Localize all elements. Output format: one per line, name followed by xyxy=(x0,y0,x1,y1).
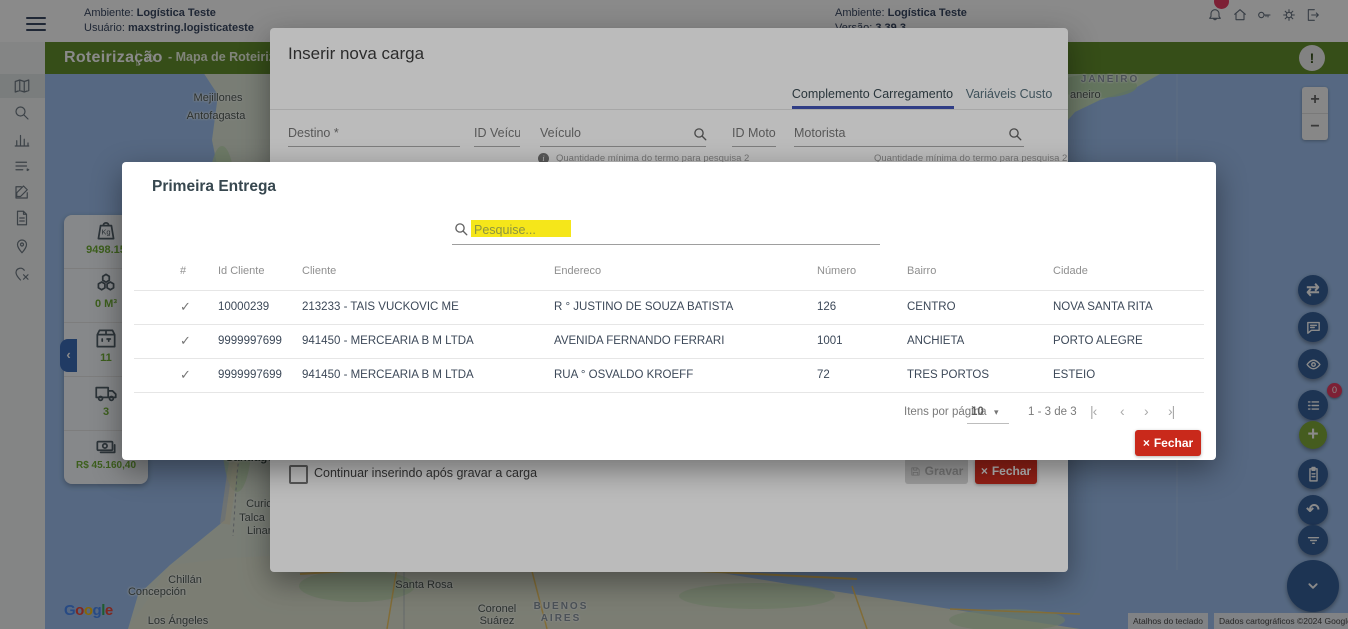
column-header[interactable]: Número xyxy=(817,265,856,277)
column-header[interactable]: Id Cliente xyxy=(218,265,264,277)
page-size-select[interactable]: 10 xyxy=(971,406,984,418)
search-icon xyxy=(454,222,469,237)
column-header[interactable]: # xyxy=(180,265,186,277)
cell-cliente: 941450 - MERCEARIA B M LTDA xyxy=(302,335,474,347)
next-page-icon[interactable]: › xyxy=(1144,403,1148,419)
table-row[interactable]: ✓ 9999997699 941450 - MERCEARIA B M LTDA… xyxy=(122,359,1216,393)
column-header[interactable]: Cidade xyxy=(1053,265,1088,277)
first-delivery-modal: Primeira Entrega # Id Cliente Cliente En… xyxy=(122,162,1216,460)
column-header[interactable]: Endereco xyxy=(554,265,601,277)
cell-bairro: ANCHIETA xyxy=(907,335,964,347)
cell-cidade: PORTO ALEGRE xyxy=(1053,335,1143,347)
cell-cidade: NOVA SANTA RITA xyxy=(1053,301,1153,313)
cell-bairro: TRES PORTOS xyxy=(907,369,989,381)
cell-bairro: CENTRO xyxy=(907,301,956,313)
caret-down-icon[interactable]: ▾ xyxy=(994,407,999,418)
cell-numero: 1001 xyxy=(817,335,843,347)
row-check-icon: ✓ xyxy=(180,299,191,315)
app-screen: Ambiente: Logística Teste Usuário: maxst… xyxy=(0,0,1348,629)
cell-numero: 126 xyxy=(817,301,836,313)
cell-cliente: 213233 - TAIS VUCKOVIC ME xyxy=(302,301,459,313)
page-size-underline xyxy=(967,423,1009,424)
cell-cliente: 941450 - MERCEARIA B M LTDA xyxy=(302,369,474,381)
column-header[interactable]: Bairro xyxy=(907,265,936,277)
search-input[interactable] xyxy=(472,219,886,240)
table-row[interactable]: ✓ 9999997699 941450 - MERCEARIA B M LTDA… xyxy=(122,325,1216,359)
cell-id-cliente: 9999997699 xyxy=(218,369,282,381)
cell-id-cliente: 10000239 xyxy=(218,301,269,313)
previous-page-icon[interactable]: ‹ xyxy=(1120,403,1124,419)
close-button[interactable]: × Fechar xyxy=(1135,430,1201,456)
first-page-icon[interactable]: |‹ xyxy=(1090,403,1096,419)
divider xyxy=(134,392,1204,393)
pagination-range: 1 - 3 de 3 xyxy=(1028,406,1077,418)
cell-id-cliente: 9999997699 xyxy=(218,335,282,347)
cell-endereco: R ° JUSTINO DE SOUZA BATISTA xyxy=(554,301,733,313)
cell-endereco: RUA ° OSVALDO KROEFF xyxy=(554,369,693,381)
search-underline xyxy=(452,244,880,245)
row-check-icon: ✓ xyxy=(180,367,191,383)
modal-title: Primeira Entrega xyxy=(152,178,276,196)
close-label: Fechar xyxy=(1154,436,1193,450)
row-check-icon: ✓ xyxy=(180,333,191,349)
cell-numero: 72 xyxy=(817,369,830,381)
cell-endereco: AVENIDA FERNANDO FERRARI xyxy=(554,335,724,347)
cell-cidade: ESTEIO xyxy=(1053,369,1095,381)
last-page-icon[interactable]: ›| xyxy=(1168,403,1174,419)
table-row[interactable]: ✓ 10000239 213233 - TAIS VUCKOVIC ME R °… xyxy=(122,291,1216,325)
close-icon: × xyxy=(1143,436,1150,450)
column-header[interactable]: Cliente xyxy=(302,265,336,277)
